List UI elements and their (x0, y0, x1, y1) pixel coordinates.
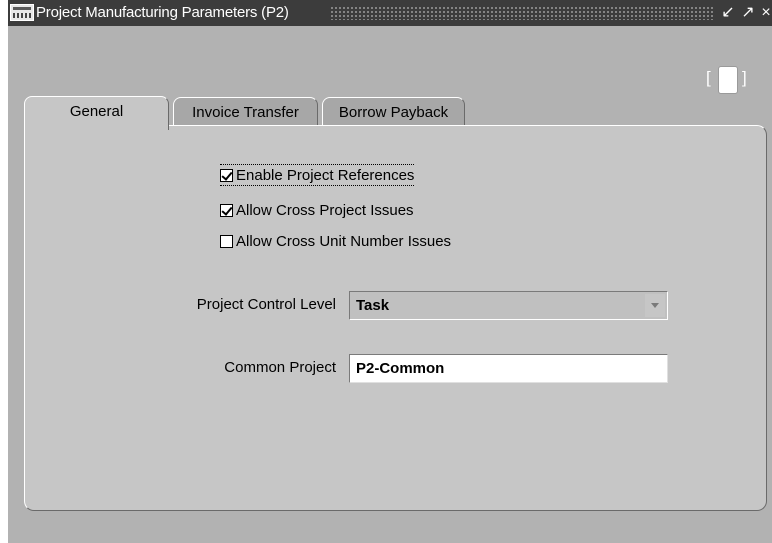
checkbox-label: Allow Cross Unit Number Issues (236, 232, 452, 250)
allow-cross-unit-number-issues-checkbox[interactable]: Allow Cross Unit Number Issues (220, 230, 451, 252)
checkbox-checked-icon[interactable] (220, 168, 233, 182)
project-control-level-value: Task (356, 297, 390, 314)
checkbox-checked-icon[interactable] (220, 203, 233, 217)
allow-cross-project-issues-checkbox[interactable]: Allow Cross Project Issues (220, 199, 414, 221)
tab-general[interactable]: General (24, 96, 169, 130)
oracle-forms-icon (10, 4, 34, 21)
app-window: Project Manufacturing Parameters (P2) ↙ … (8, 0, 772, 543)
common-project-label: Common Project (224, 359, 336, 376)
indicator-right-bracket: ] (742, 68, 747, 87)
maximize-icon[interactable]: ↗ (740, 3, 756, 23)
checkbox-label: Allow Cross Project Issues (236, 201, 414, 219)
record-indicator[interactable] (718, 66, 738, 94)
title-bar-grip (330, 6, 714, 20)
enable-project-references-checkbox[interactable]: Enable Project References (220, 164, 415, 186)
checkbox-label: Enable Project References (236, 166, 415, 184)
close-icon[interactable]: × (758, 3, 772, 23)
title-bar[interactable]: Project Manufacturing Parameters (P2) ↙ … (8, 0, 772, 26)
tab-borrow-payback[interactable]: Borrow Payback (322, 97, 465, 126)
chevron-down-icon[interactable] (645, 294, 665, 317)
checkbox-unchecked-icon[interactable] (220, 234, 233, 248)
tab-invoice-transfer[interactable]: Invoice Transfer (173, 97, 318, 126)
common-project-input[interactable]: P2-Common (349, 354, 668, 383)
project-control-level-label: Project Control Level (196, 296, 336, 313)
minimize-icon[interactable]: ↙ (720, 3, 736, 23)
indicator-left-bracket: [ (706, 68, 711, 87)
window-title: Project Manufacturing Parameters (P2) (36, 4, 289, 21)
project-control-level-select[interactable]: Task (349, 291, 668, 320)
